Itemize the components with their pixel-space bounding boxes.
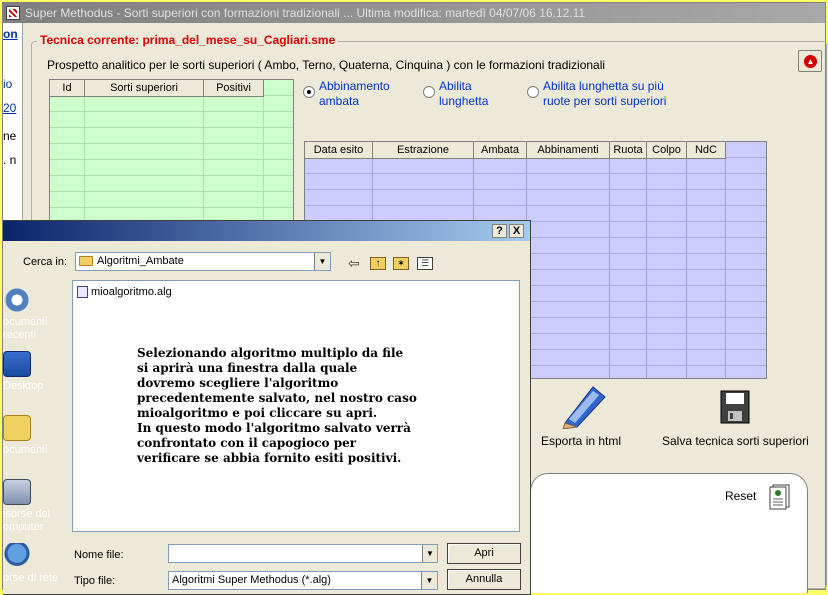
col-ambata[interactable]: Ambata [474,142,527,159]
place-recent-documents[interactable]: ocumenti recenti [3,287,67,342]
col-id[interactable]: Id [50,80,85,97]
label-abbinamento-ambata[interactable]: Abbinamento ambata [319,79,390,109]
folder-icon [79,256,93,267]
dialog-close-button[interactable]: X [509,224,524,238]
left-fragment-5: . n [3,153,17,167]
floppy-disk-icon [720,390,750,424]
window-titlebar[interactable]: Super Methodus - Sorti superiori con for… [3,3,825,23]
place-documents-label: ocumenti [3,444,48,456]
radio-lunghetta-piu-ruote[interactable] [527,86,539,98]
alg-file-icon [77,286,88,299]
document-stack-icon [769,484,790,510]
left-fragment-2: io [3,77,13,91]
dialog-titlebar[interactable]: ? X [3,221,530,241]
save-technique-button[interactable]: Salva tecnica sorti superiori [659,389,819,449]
place-network-label: orse di rete [3,572,59,584]
save-technique-label: Salva tecnica sorti superiori [662,434,809,448]
desktop-icon [3,351,31,377]
file-list[interactable]: mioalgoritmo.alg Selezionando algoritmo … [72,280,520,532]
instruction-note: Selezionando algoritmo multiplo da file … [137,346,417,465]
label-abilita-lunghetta[interactable]: Abilita lunghetta [439,79,488,109]
export-html-label: Esporta in html [541,434,622,448]
export-html-button[interactable]: Esporta in html [541,383,633,448]
main-window: Super Methodus - Sorti superiori con for… [2,2,827,595]
left-fragment-4: ne [3,129,17,143]
cancel-button[interactable]: Annulla [447,569,521,590]
place-my-documents[interactable]: ocumenti [3,415,67,457]
filetype-label: Tipo file: [74,575,116,587]
place-desktop-label: Desktop [3,380,44,392]
current-technique-label: Tecnica corrente: prima_del_mese_su_Cagl… [37,33,339,47]
up-folder-icon[interactable]: ↑ [370,257,386,270]
place-recent-label: ocumenti recenti [3,316,48,341]
left-panel-fragment: on io 20 ne . n [3,23,23,223]
up-arrow-icon: ▲ [804,55,817,68]
look-in-value: Algoritmi_Ambate [97,255,184,267]
close-technique-button[interactable]: ▲ [798,50,822,72]
documents-folder-icon [3,415,31,441]
filetype-dropdown[interactable]: Algoritmi Super Methodus (*.alg) ▼ [168,571,438,590]
place-network[interactable]: orse di rete [3,543,67,585]
file-item-name: mioalgoritmo.alg [91,286,172,298]
open-button[interactable]: Apri [447,543,521,564]
col-estrazione[interactable]: Estrazione [373,142,474,159]
filename-dropdown-arrow[interactable]: ▼ [422,545,437,562]
col-sorti-superiori[interactable]: Sorti superiori [85,80,204,97]
sorti-grid[interactable]: Id Sorti superiori Positivi [49,79,294,229]
radio-abbinamento-ambata[interactable] [303,86,315,98]
col-data-esito[interactable]: Data esito [305,142,373,159]
analysis-subtitle: Prospetto analitico per le sorti superio… [47,58,606,72]
pen-icon [562,386,606,429]
recent-documents-icon [3,287,31,313]
new-folder-icon[interactable]: ✶ [393,257,409,270]
places-bar: ocumenti recenti Desktop ocumenti isorse… [3,281,67,591]
look-in-dropdown[interactable]: Algoritmi_Ambate ▼ [75,252,331,271]
file-item[interactable]: mioalgoritmo.alg [77,286,172,299]
col-ruota[interactable]: Ruota [610,142,647,159]
place-computer-label: isorse del omputer [3,508,51,533]
network-icon [3,543,31,569]
help-button[interactable]: ? [492,224,507,238]
filetype-value: Algoritmi Super Methodus (*.alg) [172,574,331,586]
back-arrow-icon[interactable]: ⇦ [348,255,360,271]
col-positivi[interactable]: Positivi [204,80,264,97]
label-lunghetta-piu-ruote[interactable]: Abilita lunghetta su più ruote per sorti… [543,79,666,109]
col-colpo[interactable]: Colpo [647,142,687,159]
look-in-label: Cerca in: [23,256,68,268]
radio-abilita-lunghetta[interactable] [423,86,435,98]
reset-label: Reset [725,489,757,503]
computer-icon [3,479,31,505]
left-fragment-1[interactable]: on [3,27,18,41]
col-abbinamenti[interactable]: Abbinamenti [527,142,610,159]
filename-input[interactable] [168,544,438,563]
place-desktop[interactable]: Desktop [3,351,67,393]
view-menu-icon[interactable]: ☰ [417,257,433,270]
place-my-computer[interactable]: isorse del omputer [3,479,67,534]
window-title: Super Methodus - Sorti superiori con for… [25,6,586,20]
left-fragment-3[interactable]: 20 [3,101,16,115]
app-icon [6,6,20,20]
filename-label: Nome file: [74,549,124,561]
chevron-down-icon[interactable]: ▼ [314,253,330,270]
col-ndc[interactable]: NdC [687,142,726,159]
reset-button[interactable]: Reset [725,483,795,513]
chevron-down-icon[interactable]: ▼ [421,572,437,589]
open-file-dialog: ? X Cerca in: Algoritmi_Ambate ▼ ⇦ ↑ ✶ ☰… [3,220,531,595]
